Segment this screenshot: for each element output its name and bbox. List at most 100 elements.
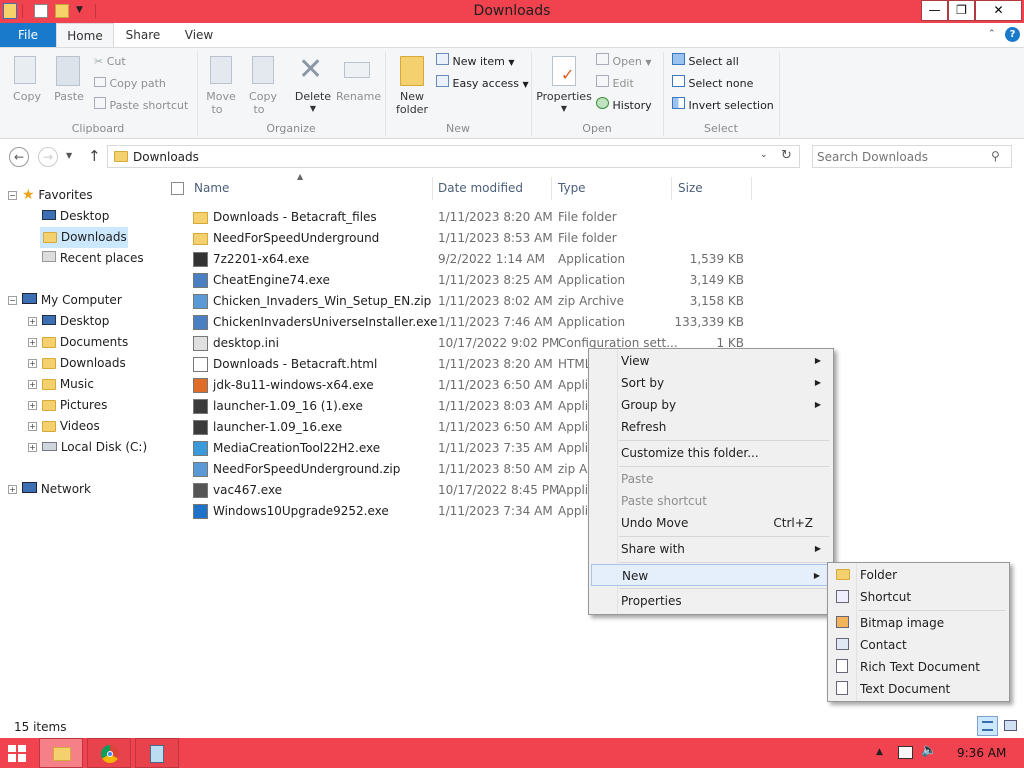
submenu-bitmap-image[interactable]: Bitmap image [830, 612, 1007, 634]
taskbar-notepad[interactable] [135, 738, 179, 768]
nav-pc-pictures[interactable]: Pictures [42, 395, 107, 416]
start-button[interactable] [8, 745, 26, 762]
paste-button[interactable]: Paste [50, 54, 88, 108]
maximize-button[interactable]: ❐ [948, 0, 975, 21]
invert-selection-button[interactable]: Invert selection [672, 97, 774, 115]
column-header-name[interactable]: Name [194, 177, 430, 200]
nav-pc-videos[interactable]: Videos [42, 416, 100, 437]
nav-pc-local-disk[interactable]: Local Disk (C:) [42, 437, 147, 458]
menu-new[interactable]: New ▶ [591, 564, 831, 586]
menu-share-with[interactable]: Share with ▶ [591, 538, 831, 560]
expand-music-icon[interactable]: + [28, 380, 37, 389]
file-row[interactable]: Chicken_Invaders_Win_Setup_EN.zip 1/11/20… [185, 291, 755, 312]
delete-button[interactable]: ✕ Delete ▼ [292, 52, 334, 118]
submenu-text-document[interactable]: Text Document [830, 678, 1007, 700]
details-view-button[interactable] [977, 716, 998, 736]
nav-fav-recent-places[interactable]: Recent places [42, 248, 144, 269]
tab-share[interactable]: Share [116, 23, 170, 47]
menu-properties[interactable]: Properties [591, 590, 831, 612]
expand-documents-icon[interactable]: + [28, 338, 37, 347]
paste-shortcut-button[interactable]: Paste shortcut [94, 97, 188, 115]
copy-button[interactable]: Copy [8, 54, 46, 108]
menu-group-by[interactable]: Group by ▶ [591, 394, 831, 416]
rename-button[interactable]: Rename [336, 54, 381, 108]
search-box[interactable]: ⚲ [812, 145, 1012, 168]
menu-paste[interactable]: Paste [591, 468, 831, 490]
file-row[interactable]: CheatEngine74.exe 1/11/2023 8:25 AM Applic… [185, 270, 755, 291]
nav-pc-desktop[interactable]: Desktop [42, 311, 109, 332]
file-name: Windows10Upgrade9252.exe [213, 504, 389, 518]
history-button[interactable]: History [596, 97, 652, 115]
nav-pc-documents[interactable]: Documents [42, 332, 128, 353]
new-folder-button[interactable]: New folder [392, 54, 432, 118]
menu-refresh[interactable]: Refresh [591, 416, 831, 438]
volume-icon[interactable]: 🔈 [921, 743, 937, 758]
new-item-button[interactable]: New item ▼ [436, 53, 515, 71]
submenu-rich-text[interactable]: Rich Text Document [830, 656, 1007, 678]
tab-view[interactable]: View [172, 23, 226, 47]
refresh-icon[interactable]: ↻ [781, 148, 792, 163]
column-header-date[interactable]: Date modified [438, 177, 548, 200]
copy-path-button[interactable]: Copy path [94, 75, 166, 93]
file-row[interactable]: NeedForSpeedUnderground 1/11/2023 8:53 AM… [185, 228, 755, 249]
easy-access-button[interactable]: Easy access ▼ [436, 75, 529, 93]
select-none-button[interactable]: Select none [672, 75, 753, 93]
forward-button[interactable]: → [38, 147, 58, 167]
select-all-button[interactable]: Select all [672, 53, 739, 71]
nav-pc-downloads[interactable]: Downloads [42, 353, 126, 374]
cut-button[interactable]: ✂ Cut [94, 53, 126, 71]
expand-pictures-icon[interactable]: + [28, 401, 37, 410]
nav-fav-downloads[interactable]: Downloads [40, 227, 128, 248]
tab-home[interactable]: Home [56, 23, 114, 48]
menu-view[interactable]: View ▶ [591, 350, 831, 372]
recent-locations-icon[interactable]: ▼ [66, 151, 72, 160]
menu-undo-move[interactable]: Undo Move Ctrl+Z [591, 512, 831, 534]
menu-paste-shortcut[interactable]: Paste shortcut [591, 490, 831, 512]
network-tray-icon[interactable] [898, 746, 913, 759]
expand-videos-icon[interactable]: + [28, 422, 37, 431]
minimize-button[interactable]: — [921, 0, 948, 21]
menu-customize-folder[interactable]: Customize this folder... [591, 442, 831, 464]
expand-network-icon[interactable]: + [8, 485, 17, 494]
up-arrow-icon[interactable]: ↑ [88, 147, 101, 165]
file-row[interactable]: 7z2201-x64.exe 9/2/2022 1:14 AM Applicatio… [185, 249, 755, 270]
expand-desktop-icon[interactable]: + [28, 317, 37, 326]
edit-icon [596, 75, 609, 87]
copy-to-button[interactable]: Copy to [244, 54, 282, 118]
move-to-button[interactable]: Move to [202, 54, 240, 118]
expand-favorites-icon[interactable]: − [8, 191, 17, 200]
address-bar[interactable]: Downloads ⌄ ↻ [107, 145, 800, 168]
submenu-folder[interactable]: Folder [830, 564, 1007, 586]
nav-pc-music[interactable]: Music [42, 374, 94, 395]
file-row[interactable]: Downloads - Betacraft_files 1/11/2023 8:2… [185, 207, 755, 228]
search-input[interactable] [817, 148, 987, 165]
nav-my-computer[interactable]: My Computer [22, 290, 122, 311]
column-header-type[interactable]: Type [558, 177, 668, 200]
nav-fav-desktop[interactable]: Desktop [42, 206, 109, 227]
nav-favorites[interactable]: ★ Favorites [22, 185, 93, 206]
expand-computer-icon[interactable]: − [8, 296, 17, 305]
address-dropdown-icon[interactable]: ⌄ [760, 150, 768, 160]
taskbar-chrome[interactable] [87, 738, 131, 768]
file-row[interactable]: ChickenInvadersUniverseInstaller.exe 1/11… [185, 312, 755, 333]
taskbar-clock[interactable]: 9:36 AM [957, 746, 1006, 760]
close-button[interactable]: ✕ [975, 0, 1022, 21]
tab-file[interactable]: File [0, 23, 56, 47]
expand-local-disk-icon[interactable]: + [28, 443, 37, 452]
submenu-contact[interactable]: Contact [830, 634, 1007, 656]
back-button[interactable]: ← [9, 147, 29, 167]
properties-button[interactable]: ✓ Properties ▼ [536, 54, 592, 118]
column-header-size[interactable]: Size [678, 177, 748, 200]
taskbar-file-explorer[interactable] [39, 738, 83, 768]
submenu-shortcut[interactable]: Shortcut [830, 586, 1007, 608]
show-hidden-icons-icon[interactable]: ▲ [876, 747, 883, 757]
help-icon[interactable]: ? [1005, 27, 1020, 42]
expand-downloads-icon[interactable]: + [28, 359, 37, 368]
large-icons-view-button[interactable] [1000, 716, 1021, 736]
edit-button[interactable]: Edit [596, 75, 634, 93]
minimize-ribbon-icon[interactable]: ⌃ [988, 29, 996, 39]
menu-sort-by[interactable]: Sort by ▶ [591, 372, 831, 394]
nav-network[interactable]: Network [22, 479, 91, 500]
select-all-checkbox[interactable] [171, 182, 184, 195]
open-button[interactable]: Open ▼ [596, 53, 652, 71]
